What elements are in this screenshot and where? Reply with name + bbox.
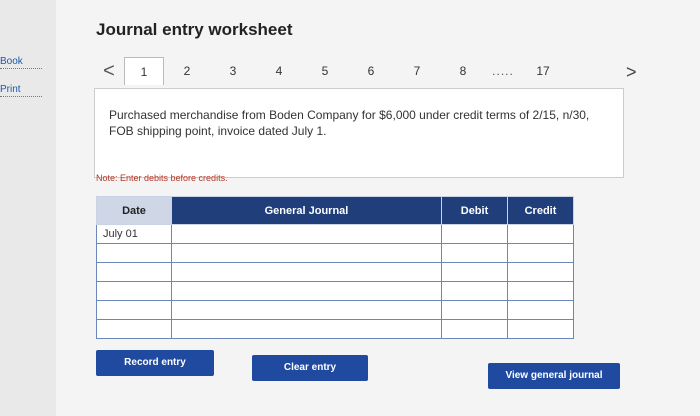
account-cell[interactable] [171,319,442,339]
date-cell[interactable] [96,262,172,282]
credit-cell[interactable] [507,319,574,339]
page-tab-4[interactable]: 4 [256,57,302,85]
page-tab-1[interactable]: 1 [124,57,164,85]
credit-cell[interactable] [507,262,574,282]
date-column-header: Date [96,196,172,225]
account-cell[interactable] [171,300,442,320]
print-link[interactable]: Print [0,84,42,97]
table-row: July 01 [96,224,574,244]
page-tab-2[interactable]: 2 [164,57,210,85]
account-cell[interactable] [171,281,442,301]
date-cell[interactable] [96,243,172,263]
pager: < 1 2 3 4 5 6 7 8 ..... 17 [94,56,654,86]
account-cell[interactable] [171,224,442,244]
clear-entry-button[interactable]: Clear entry [252,355,368,381]
credit-cell[interactable] [507,281,574,301]
credit-cell[interactable] [507,224,574,244]
page-tab-7[interactable]: 7 [394,57,440,85]
debit-cell[interactable] [441,300,508,320]
prev-page-button[interactable]: < [94,60,124,83]
book-link[interactable]: Book [0,56,42,69]
debit-column-header: Debit [441,196,508,225]
debit-cell[interactable] [441,243,508,263]
account-cell[interactable] [171,262,442,282]
page-tab-5[interactable]: 5 [302,57,348,85]
page-tab-3[interactable]: 3 [210,57,256,85]
view-general-journal-button[interactable]: View general journal [488,363,620,389]
table-row [96,243,574,263]
date-cell[interactable] [96,281,172,301]
page-tab-6[interactable]: 6 [348,57,394,85]
debit-cell[interactable] [441,224,508,244]
worksheet-panel: Journal entry worksheet < 1 2 3 4 5 6 7 … [56,0,700,416]
table-row [96,300,574,320]
table-row [96,262,574,282]
next-page-button[interactable]: > [626,62,637,83]
date-cell[interactable] [96,319,172,339]
table-row [96,319,574,339]
debit-credit-note: Note: Enter debits before credits. [96,173,228,183]
journal-table: Date General Journal Debit Credit July 0… [96,196,574,339]
table-row [96,281,574,301]
general-journal-column-header: General Journal [171,196,442,225]
page-tab-17[interactable]: 17 [520,57,566,85]
pager-ellipsis: ..... [492,64,514,78]
record-entry-button[interactable]: Record entry [96,350,214,376]
credit-cell[interactable] [507,300,574,320]
page-tab-8[interactable]: 8 [440,57,486,85]
page-title: Journal entry worksheet [96,20,293,39]
date-cell[interactable] [96,300,172,320]
credit-cell[interactable] [507,243,574,263]
date-cell[interactable]: July 01 [96,224,172,244]
debit-cell[interactable] [441,262,508,282]
transaction-description: Purchased merchandise from Boden Company… [94,88,624,178]
debit-cell[interactable] [441,319,508,339]
credit-column-header: Credit [507,196,574,225]
debit-cell[interactable] [441,281,508,301]
account-cell[interactable] [171,243,442,263]
